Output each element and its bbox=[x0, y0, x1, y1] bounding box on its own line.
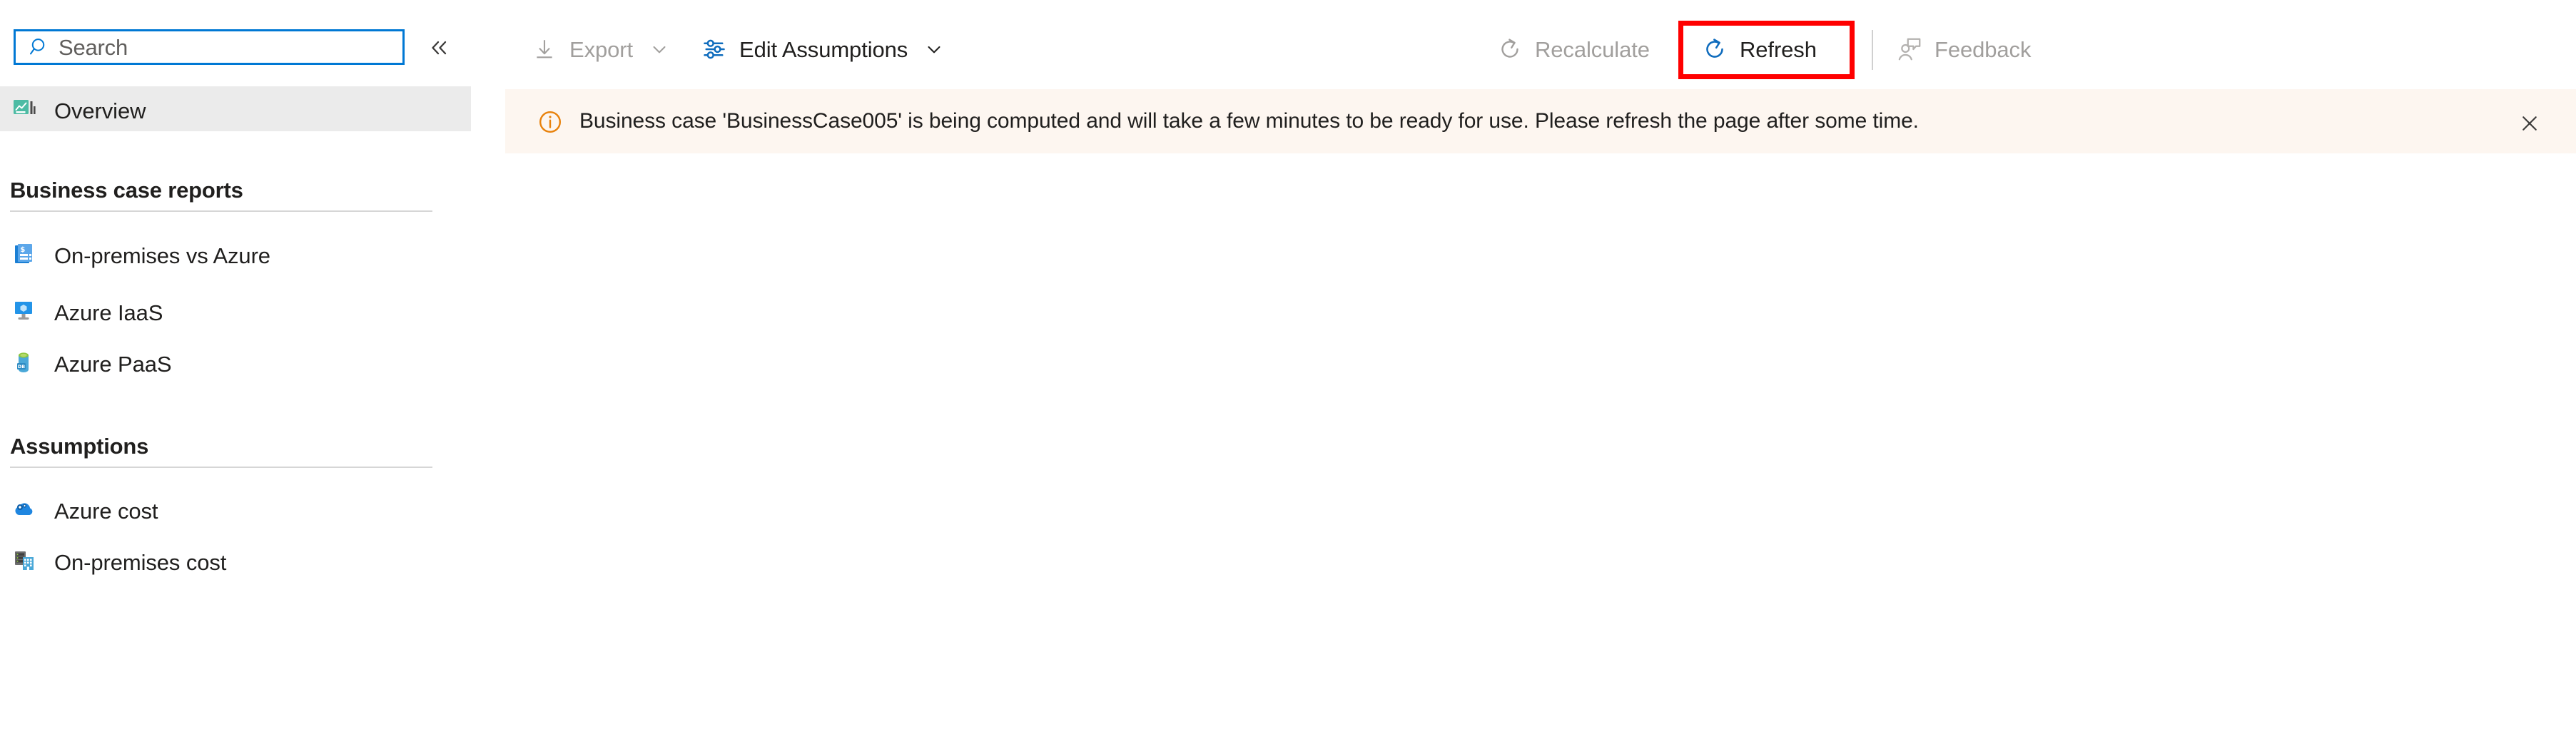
command-toolbar: Export Edit Assumptions Recalculate Refr… bbox=[505, 0, 2576, 89]
feedback-button-label: Feedback bbox=[1934, 36, 2032, 62]
sidebar-item-azure-iaas-label: Azure IaaS bbox=[54, 300, 163, 325]
toolbar-separator bbox=[1872, 30, 1873, 70]
chevron-double-left-icon bbox=[432, 41, 447, 55]
notification-close-button[interactable] bbox=[2514, 108, 2545, 139]
svg-text:DB: DB bbox=[18, 364, 25, 370]
recalculate-button-label: Recalculate bbox=[1535, 36, 1650, 62]
sidebar-section-divider-reports bbox=[10, 210, 432, 212]
feedback-button[interactable]: Feedback bbox=[1893, 26, 2031, 73]
sidebar-item-overview[interactable]: Overview bbox=[0, 86, 471, 131]
cloud-gear-icon bbox=[10, 495, 39, 524]
edit-assumptions-button[interactable]: Edit Assumptions bbox=[698, 26, 949, 73]
download-arrow-icon bbox=[528, 33, 561, 66]
close-icon bbox=[2522, 116, 2537, 131]
search-icon bbox=[29, 36, 51, 58]
server-building-icon bbox=[10, 546, 39, 575]
person-feedback-icon bbox=[1893, 33, 1926, 66]
sidebar-section-title-reports: Business case reports bbox=[10, 178, 243, 203]
sidebar-section-title-assumptions: Assumptions bbox=[10, 434, 149, 459]
azure-vm-icon bbox=[10, 297, 39, 325]
search-placeholder-text: Search bbox=[59, 34, 128, 60]
sidebar-item-on-premises-vs-azure-label: On-premises vs Azure bbox=[54, 243, 270, 268]
info-circle-icon bbox=[537, 108, 564, 136]
sidebar-item-overview-label: Overview bbox=[54, 98, 146, 123]
sidebar-item-on-premises-cost[interactable]: On-premises cost bbox=[0, 541, 471, 581]
sidebar-item-azure-cost[interactable]: Azure cost bbox=[0, 489, 471, 529]
sidebar-collapse-button[interactable] bbox=[426, 36, 455, 60]
azure-database-icon: DB bbox=[10, 348, 39, 377]
sidebar-item-azure-cost-label: Azure cost bbox=[54, 499, 158, 524]
sidebar-item-azure-paas-label: Azure PaaS bbox=[54, 352, 172, 377]
export-button[interactable]: Export bbox=[528, 26, 674, 73]
sidebar: Search Overview Business case reports $ … bbox=[0, 0, 505, 754]
sidebar-item-on-premises-vs-azure[interactable]: $ On-premises vs Azure bbox=[0, 234, 471, 274]
sliders-icon bbox=[698, 33, 731, 66]
refresh-button[interactable]: Refresh bbox=[1698, 26, 1817, 73]
notification-message: Business case 'BusinessCase005' is being… bbox=[579, 109, 1919, 133]
chevron-down-icon bbox=[644, 34, 674, 64]
sidebar-item-azure-iaas[interactable]: Azure IaaS bbox=[0, 291, 471, 331]
refresh-circle-icon bbox=[1698, 33, 1731, 66]
export-button-label: Export bbox=[569, 36, 633, 62]
chevron-down-icon bbox=[919, 34, 949, 64]
application-window: Search Overview Business case reports $ … bbox=[0, 0, 2576, 754]
svg-text:$: $ bbox=[20, 246, 25, 254]
edit-assumptions-button-label: Edit Assumptions bbox=[739, 36, 908, 62]
recalculate-button[interactable]: Recalculate bbox=[1494, 26, 1650, 73]
search-row: Search bbox=[0, 0, 505, 74]
overview-chart-icon bbox=[10, 95, 39, 123]
sidebar-item-on-premises-cost-label: On-premises cost bbox=[54, 550, 227, 575]
sidebar-item-azure-paas[interactable]: DB Azure PaaS bbox=[0, 342, 471, 382]
search-input[interactable]: Search bbox=[14, 29, 405, 65]
refresh-button-label: Refresh bbox=[1740, 36, 1817, 62]
main-content-area: Export Edit Assumptions Recalculate Refr… bbox=[505, 0, 2576, 754]
refresh-circle-icon bbox=[1494, 33, 1526, 66]
report-content-placeholder bbox=[505, 153, 2576, 754]
sidebar-section-divider-assumptions bbox=[10, 467, 432, 468]
invoice-dollar-icon: $ bbox=[10, 240, 39, 268]
notification-bar: Business case 'BusinessCase005' is being… bbox=[505, 89, 2576, 153]
